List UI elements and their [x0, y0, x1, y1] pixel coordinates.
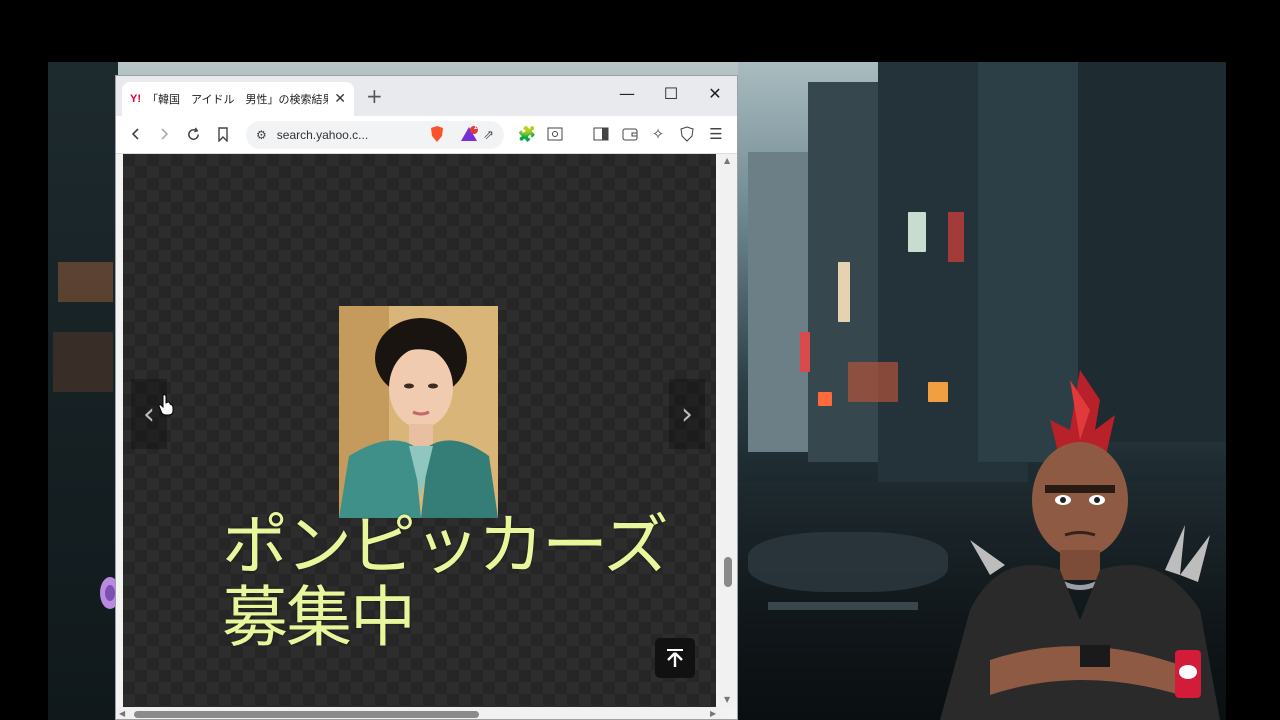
extensions-icon[interactable]: 🧩 [517, 124, 537, 144]
scroll-left-icon[interactable]: ◀ [119, 709, 125, 718]
caption-line-2: 募集中 [222, 579, 416, 656]
menu-icon[interactable]: ☰ [706, 124, 726, 144]
search-result-image[interactable] [339, 306, 498, 518]
new-tab-button[interactable]: + [366, 84, 383, 108]
yahoo-favicon-icon: Y! [130, 93, 141, 105]
url-text: search.yahoo.c... [276, 128, 369, 142]
scroll-up-icon[interactable]: ▲ [724, 156, 730, 165]
desktop: Y! 「韓国 アイドル 男性」の検索結果 ✕ + — ☐ ✕ ⚙ search.… [0, 0, 1280, 720]
tab-yahoo-search[interactable]: Y! 「韓国 アイドル 男性」の検索結果 ✕ [122, 82, 354, 116]
reload-icon[interactable] [183, 124, 203, 144]
search-in-page-icon[interactable] [545, 124, 565, 144]
close-window-button[interactable]: ✕ [700, 84, 730, 103]
share-icon[interactable]: ⇗ [483, 127, 494, 143]
next-image-button[interactable]: › [669, 379, 705, 449]
horizontal-scrollbar[interactable]: ◀ ▶ [116, 707, 721, 719]
vertical-scroll-thumb[interactable] [724, 557, 732, 587]
forward-icon[interactable] [154, 124, 174, 144]
arrow-to-top-icon [667, 649, 683, 667]
vpn-icon[interactable] [677, 124, 697, 144]
minimize-button[interactable]: — [612, 84, 642, 103]
tab-title: 「韓国 アイドル 男性」の検索結果 [147, 93, 329, 106]
scroll-right-icon[interactable]: ▶ [710, 709, 716, 718]
browser-toolbar: ⚙ search.yahoo.c... ⇗ 1 🧩 ✧ ☰ [116, 116, 737, 154]
hand-cursor-icon [158, 394, 174, 416]
horizontal-scroll-thumb[interactable] [134, 711, 479, 718]
wallet-icon[interactable] [620, 124, 640, 144]
tab-strip: Y! 「韓国 アイドル 男性」の検索結果 ✕ + — ☐ ✕ [116, 76, 737, 116]
close-icon[interactable]: ✕ [334, 91, 346, 107]
vtuber-avatar [940, 370, 1220, 720]
site-settings-icon[interactable]: ⚙ [256, 128, 267, 142]
brave-shields-icon[interactable] [427, 124, 447, 144]
leo-ai-icon[interactable]: ✧ [648, 124, 668, 144]
back-icon[interactable] [126, 124, 146, 144]
scroll-down-icon[interactable]: ▼ [724, 695, 730, 704]
maximize-button[interactable]: ☐ [656, 84, 686, 103]
bookmark-icon[interactable] [213, 124, 233, 144]
caption-line-1: ポンピッカーズ [222, 507, 669, 584]
rewards-badge: 1 [473, 122, 479, 131]
sidebar-icon[interactable] [591, 124, 611, 144]
recruitment-caption: ポンピッカーズ 募集中 [222, 507, 669, 656]
vertical-scrollbar[interactable]: ▲ ▼ [720, 154, 737, 707]
